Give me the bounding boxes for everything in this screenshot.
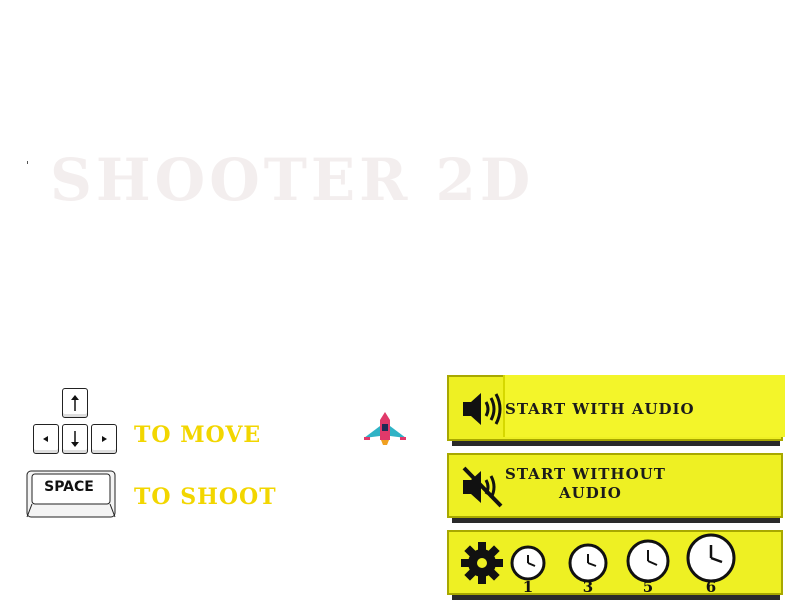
arrow-left-icon [43, 436, 48, 442]
arrow-up-icon [71, 395, 79, 411]
clock-icon [686, 533, 736, 583]
timer-label-1: 1 [522, 578, 534, 596]
start-no-audio-shadow [452, 518, 780, 523]
start-without-audio-button[interactable]: START WITHOUT AUDIO [447, 453, 783, 518]
timer-option-1[interactable]: 1 [509, 544, 549, 596]
game-title: SHOOTER 2D [50, 146, 535, 214]
timer-label-5: 5 [642, 578, 654, 596]
clock-icon [510, 545, 546, 581]
timer-label-6: 6 [705, 578, 717, 596]
start-without-audio-label-line2: AUDIO [559, 484, 622, 502]
stray-pixel [27, 161, 28, 164]
shoot-hint: TO SHOOT [134, 484, 277, 510]
arrow-down-icon [71, 431, 79, 447]
arrow-down-key [62, 424, 88, 454]
arrow-right-icon [102, 436, 107, 442]
start-audio-shadow [452, 441, 780, 446]
gear-icon[interactable] [459, 540, 505, 586]
start-with-audio-button[interactable]: START WITH AUDIO [447, 375, 785, 441]
move-hint: TO MOVE [134, 422, 262, 448]
settings-panel-shadow [452, 595, 780, 600]
timer-option-5[interactable]: 5 [625, 538, 673, 596]
settings-panel: 1 3 5 6 [447, 530, 783, 596]
timer-label-3: 3 [582, 578, 594, 596]
arrow-left-key [33, 424, 59, 454]
start-without-audio-label-line1: START WITHOUT [505, 465, 666, 483]
speaker-on-icon [463, 393, 502, 425]
arrow-right-key [91, 424, 117, 454]
space-key-label: SPACE [44, 479, 94, 495]
spaceship-icon [364, 412, 406, 445]
timer-option-6[interactable]: 6 [685, 532, 739, 596]
speaker-muted-icon [462, 466, 503, 508]
start-with-audio-label: START WITH AUDIO [505, 400, 695, 418]
timer-option-3[interactable]: 3 [567, 542, 611, 596]
space-key: SPACE [26, 470, 116, 518]
arrow-up-key [62, 388, 88, 418]
